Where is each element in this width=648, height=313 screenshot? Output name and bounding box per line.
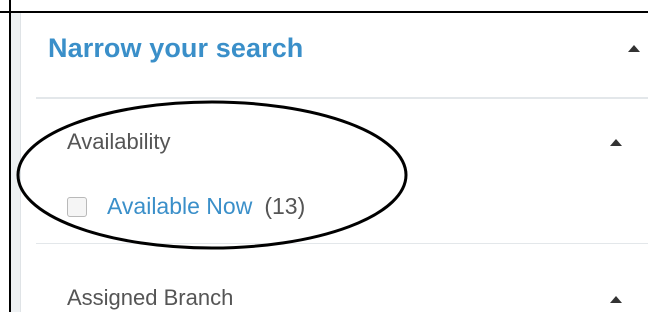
assigned-branch-section-title[interactable]: Assigned Branch (67, 285, 233, 311)
facet-option-count: (13) (264, 193, 306, 219)
caret-up-icon[interactable] (628, 45, 640, 52)
narrow-search-panel: Narrow your search Availability Availabl… (22, 13, 648, 312)
facet-option-label[interactable]: Available Now (107, 193, 252, 220)
screenshot-frame-left (0, 0, 11, 312)
screenshot-frame-top (0, 0, 648, 13)
panel-title: Narrow your search (48, 33, 304, 63)
caret-up-icon[interactable] (610, 139, 622, 146)
assigned-branch-facet: Assigned Branch (36, 243, 648, 313)
availability-facet: Availability Available Now (13) (36, 97, 648, 243)
facet-option-available-now[interactable]: Available Now (13) (67, 193, 305, 220)
panel-left-edge (11, 13, 21, 312)
availability-section-title[interactable]: Availability (67, 129, 171, 155)
available-now-checkbox[interactable] (67, 196, 87, 217)
panel-header[interactable]: Narrow your search (22, 13, 648, 97)
caret-up-icon[interactable] (610, 296, 622, 303)
